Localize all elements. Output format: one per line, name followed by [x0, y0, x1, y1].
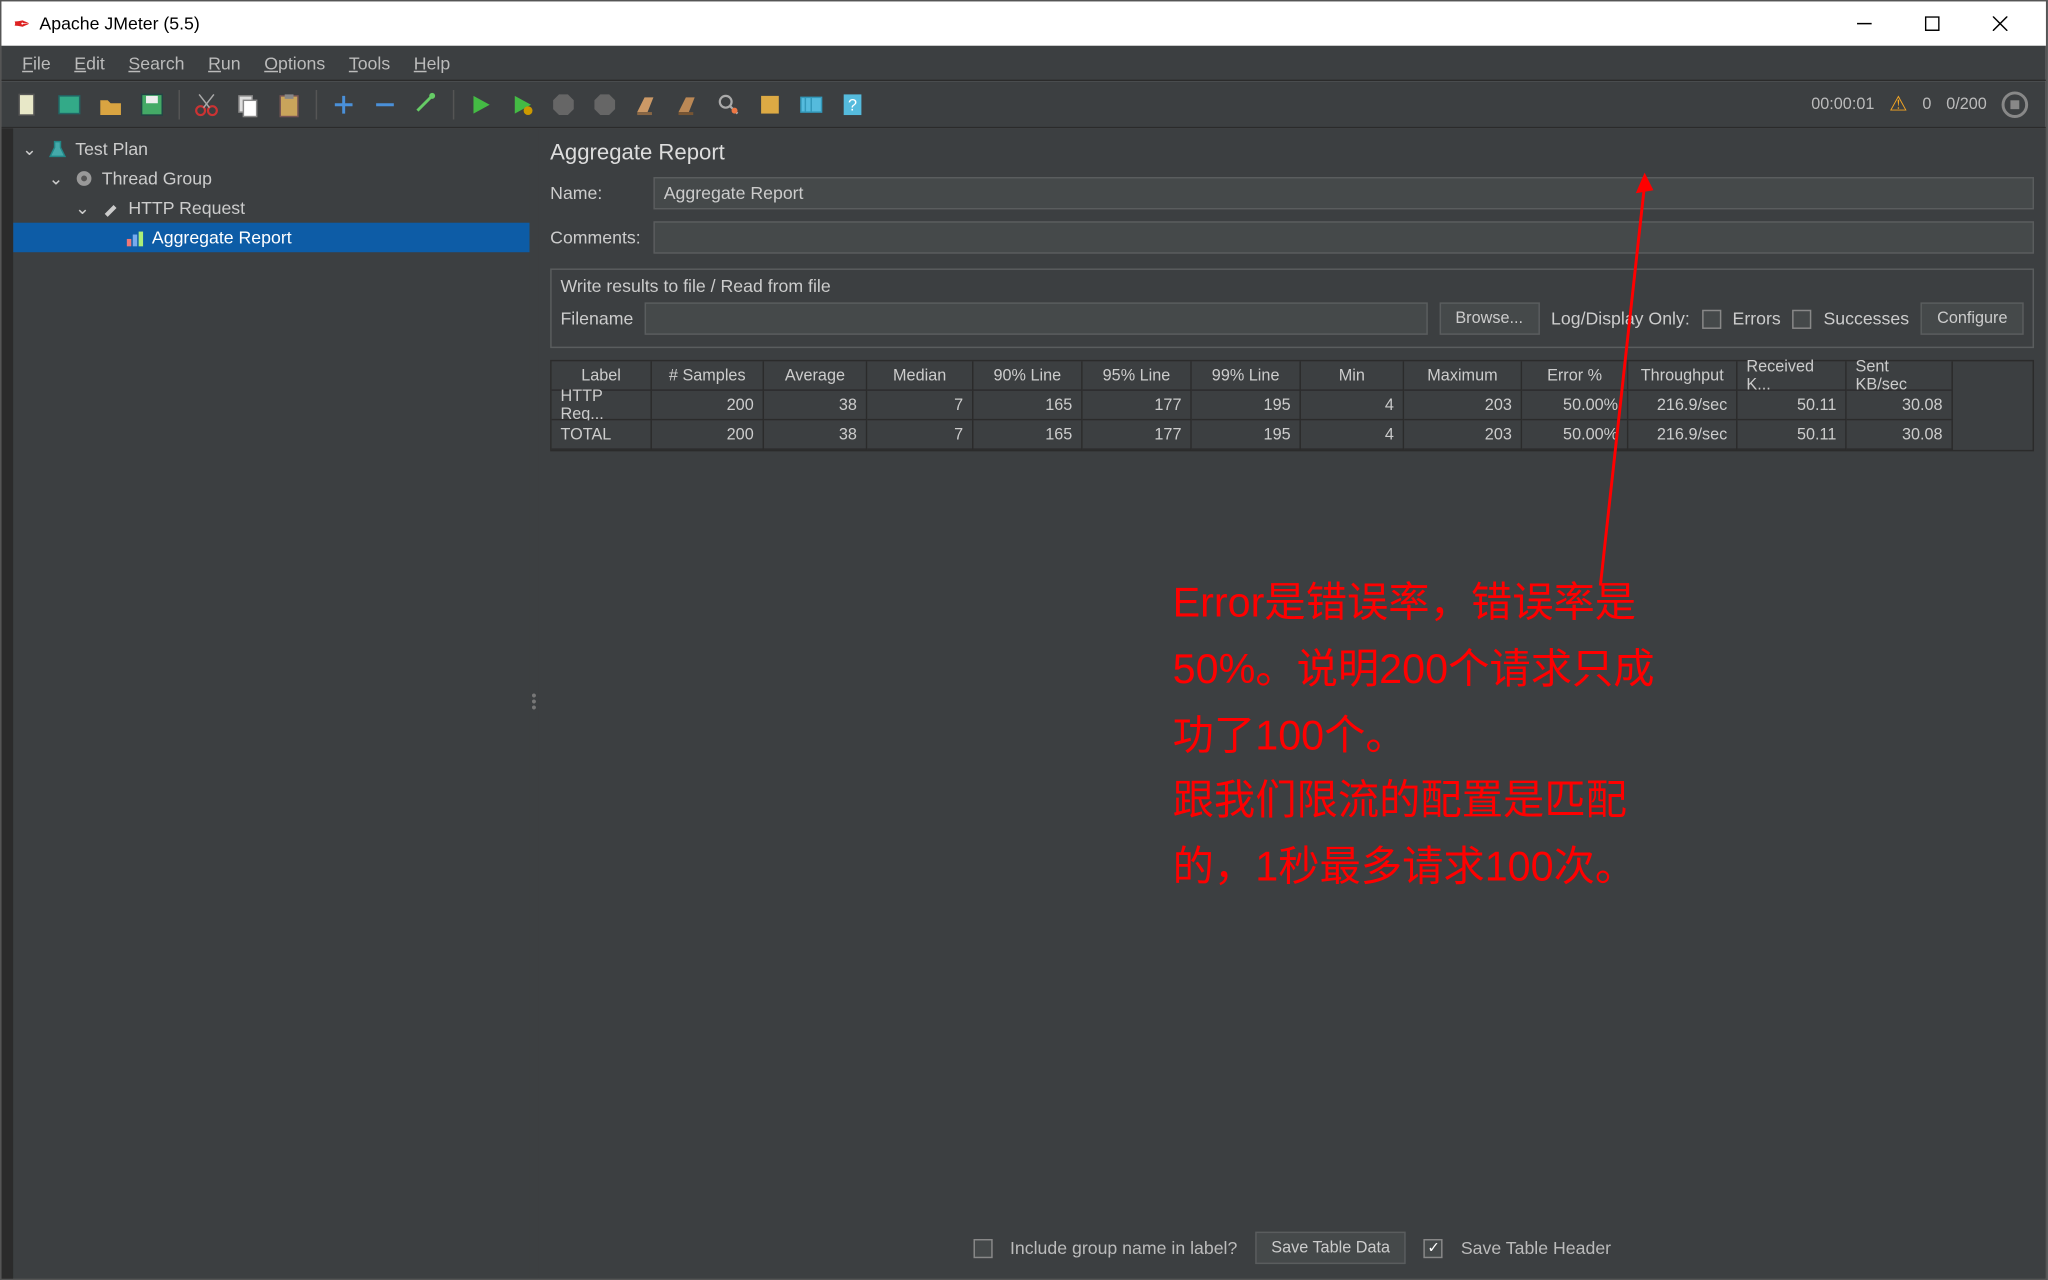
- th-max[interactable]: Maximum: [1404, 361, 1522, 391]
- annotation-text: Error是错误率，错误率是 50%。说明200个请求只成 功了100个。 跟我…: [1173, 571, 1655, 901]
- search-icon[interactable]: [711, 86, 746, 121]
- reset-search-icon[interactable]: [752, 86, 787, 121]
- errors-label: Errors: [1733, 308, 1781, 329]
- menu-help[interactable]: Help: [402, 49, 462, 76]
- minimize-button[interactable]: [1830, 1, 1898, 45]
- chart-icon: [122, 226, 146, 250]
- toolbar-status: 00:00:01 ⚠ 0 0/200: [1811, 91, 2037, 118]
- toggle-icon[interactable]: [409, 86, 444, 121]
- templates-icon[interactable]: [52, 86, 87, 121]
- titlebar: ✒ Apache JMeter (5.5): [1, 1, 2045, 45]
- stop-icon[interactable]: [546, 86, 581, 121]
- chevron-down-icon[interactable]: ⌄: [46, 168, 67, 189]
- thread-count: 0/200: [1946, 95, 1987, 113]
- save-table-data-button[interactable]: Save Table Data: [1255, 1232, 1406, 1264]
- file-fieldset: Write results to file / Read from file F…: [550, 268, 2034, 348]
- tree-node-aggregate-report[interactable]: Aggregate Report: [13, 223, 529, 253]
- table-row[interactable]: HTTP Req... 200 38 7 165 177 195 4 203 5…: [552, 391, 2033, 421]
- collapse-icon[interactable]: [367, 86, 402, 121]
- svg-text:?: ?: [848, 96, 857, 114]
- thread-indicator-icon: [2002, 91, 2029, 118]
- test-plan-tree[interactable]: ⌄ Test Plan ⌄ Thread Group ⌄ HTTP Reques…: [13, 128, 529, 1279]
- th-average[interactable]: Average: [764, 361, 867, 391]
- th-error[interactable]: Error %: [1522, 361, 1628, 391]
- comments-input[interactable]: [653, 221, 2034, 253]
- window-title: Apache JMeter (5.5): [39, 13, 199, 34]
- left-gutter: [1, 128, 13, 1279]
- th-samples[interactable]: # Samples: [652, 361, 764, 391]
- warning-icon[interactable]: ⚠: [1889, 91, 1908, 116]
- tree-node-thread-group[interactable]: ⌄ Thread Group: [13, 164, 529, 194]
- th-95[interactable]: 95% Line: [1083, 361, 1192, 391]
- open-icon[interactable]: [93, 86, 128, 121]
- th-median[interactable]: Median: [867, 361, 973, 391]
- th-min[interactable]: Min: [1301, 361, 1404, 391]
- gear-icon: [72, 167, 96, 191]
- include-group-checkbox[interactable]: [973, 1238, 992, 1257]
- elapsed-time: 00:00:01: [1811, 95, 1874, 113]
- pipette-icon: [99, 196, 123, 220]
- configure-button[interactable]: Configure: [1921, 302, 2024, 334]
- save-header-checkbox[interactable]: ✓: [1424, 1238, 1443, 1257]
- menu-file[interactable]: File: [10, 49, 62, 76]
- name-input[interactable]: [653, 177, 2034, 209]
- th-sent[interactable]: Sent KB/sec: [1847, 361, 1953, 391]
- comments-label: Comments:: [550, 227, 653, 248]
- expand-icon[interactable]: [326, 86, 361, 121]
- cut-icon[interactable]: [189, 86, 224, 121]
- menu-search[interactable]: Search: [117, 49, 197, 76]
- start-icon[interactable]: [463, 86, 498, 121]
- th-throughput[interactable]: Throughput: [1628, 361, 1737, 391]
- maximize-button[interactable]: [1898, 1, 1966, 45]
- function-helper-icon[interactable]: [794, 86, 829, 121]
- table-header: Label # Samples Average Median 90% Line …: [552, 361, 2033, 391]
- save-icon[interactable]: [134, 86, 169, 121]
- clear-all-icon[interactable]: [670, 86, 705, 121]
- save-header-label: Save Table Header: [1461, 1238, 1611, 1259]
- logdisplay-label: Log/Display Only:: [1551, 308, 1690, 329]
- chevron-down-icon[interactable]: ⌄: [19, 139, 40, 160]
- fieldset-legend: Write results to file / Read from file: [561, 276, 2024, 303]
- splitter-handle[interactable]: •••: [530, 128, 539, 1279]
- app-window: ✒ Apache JMeter (5.5) File Edit Search R…: [0, 0, 2047, 1280]
- menu-tools[interactable]: Tools: [337, 49, 402, 76]
- table-row[interactable]: TOTAL 200 38 7 165 177 195 4 203 50.00% …: [552, 420, 2033, 450]
- menubar: File Edit Search Run Options Tools Help: [1, 46, 2045, 81]
- menu-edit[interactable]: Edit: [62, 49, 116, 76]
- main-panel: Aggregate Report Name: Comments: Write r…: [538, 128, 2045, 1279]
- tree-node-test-plan[interactable]: ⌄ Test Plan: [13, 134, 529, 164]
- th-received[interactable]: Received K...: [1738, 361, 1847, 391]
- th-99[interactable]: 99% Line: [1192, 361, 1301, 391]
- paste-icon[interactable]: [271, 86, 306, 121]
- shutdown-icon[interactable]: [587, 86, 622, 121]
- successes-checkbox[interactable]: [1793, 309, 1812, 328]
- filename-label: Filename: [561, 308, 634, 329]
- th-90[interactable]: 90% Line: [974, 361, 1083, 391]
- help-icon[interactable]: ?: [835, 86, 870, 121]
- new-icon[interactable]: [10, 86, 45, 121]
- results-table[interactable]: Label # Samples Average Median 90% Line …: [550, 360, 2034, 451]
- filename-input[interactable]: [645, 302, 1427, 334]
- toolbar: ? 00:00:01 ⚠ 0 0/200: [1, 81, 2045, 128]
- bottom-bar: Include group name in label? Save Table …: [550, 1223, 2034, 1273]
- name-label: Name:: [550, 183, 653, 204]
- menu-run[interactable]: Run: [196, 49, 252, 76]
- app-icon: ✒: [13, 11, 30, 36]
- menu-options[interactable]: Options: [252, 49, 337, 76]
- successes-label: Successes: [1823, 308, 1909, 329]
- errors-checkbox[interactable]: [1702, 309, 1721, 328]
- panel-title: Aggregate Report: [550, 137, 2034, 177]
- close-button[interactable]: [1966, 1, 2034, 45]
- warning-count: 0: [1922, 95, 1931, 113]
- clear-icon[interactable]: [628, 86, 663, 121]
- browse-button[interactable]: Browse...: [1439, 302, 1539, 334]
- tree-node-http-request[interactable]: ⌄ HTTP Request: [13, 193, 529, 223]
- copy-icon[interactable]: [230, 86, 265, 121]
- include-group-label: Include group name in label?: [1010, 1238, 1237, 1259]
- chevron-down-icon[interactable]: ⌄: [72, 198, 93, 219]
- start-no-pause-icon[interactable]: [504, 86, 539, 121]
- flask-icon: [46, 137, 70, 161]
